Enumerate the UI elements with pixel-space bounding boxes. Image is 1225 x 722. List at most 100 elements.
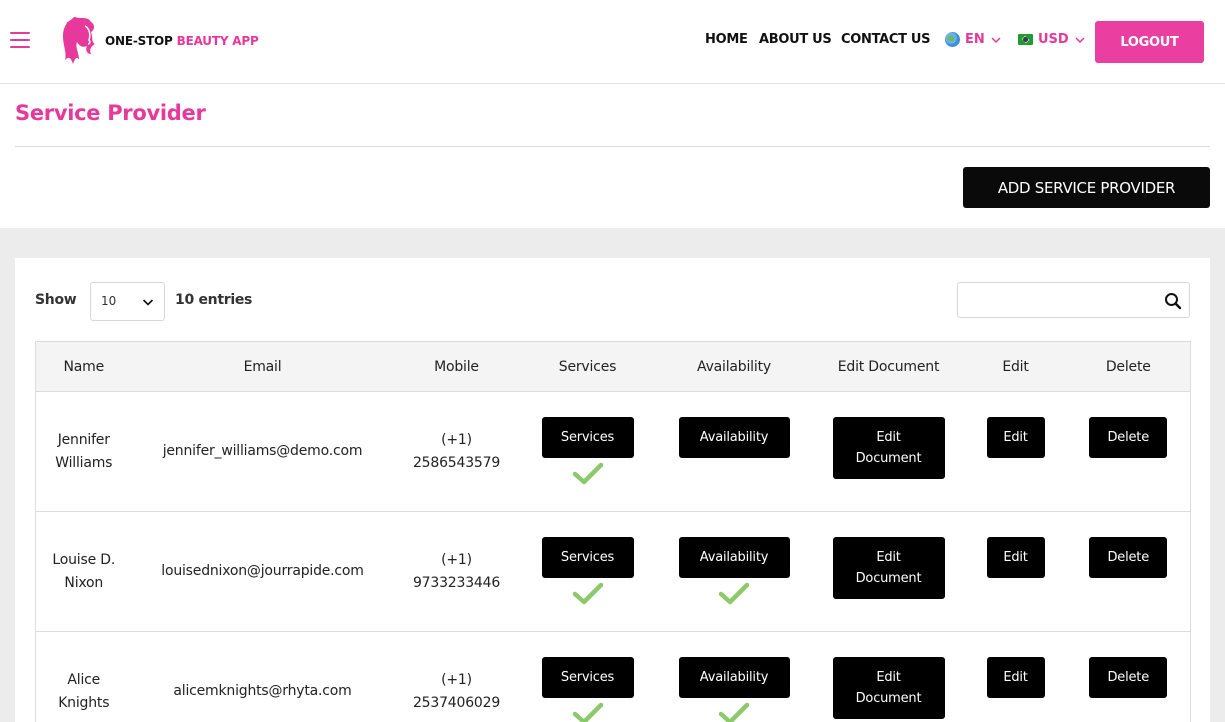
- name-line1: Louise D.: [52, 551, 116, 568]
- edit-document-line2: Document: [855, 691, 922, 706]
- nav-about-us[interactable]: ABOUT US: [759, 32, 832, 47]
- column-header-availability[interactable]: Availability: [655, 341, 813, 392]
- column-header-edit[interactable]: Edit: [964, 341, 1067, 392]
- cell-email: jennifer_williams@demo.com: [131, 391, 394, 512]
- cell-services: Services: [519, 511, 656, 632]
- hamburger-menu-icon[interactable]: [10, 32, 30, 50]
- top-header: ONE-STOP BEAUTY APP HOME ABOUT US CONTAC…: [0, 0, 1225, 84]
- page-size-value: 10: [101, 294, 117, 308]
- cell-mobile: (+1) 2537406029: [393, 631, 520, 722]
- chevron-down-icon: [142, 299, 154, 306]
- checkmark-icon: [572, 462, 603, 485]
- edit-button[interactable]: Edit: [986, 537, 1045, 578]
- services-button[interactable]: Services: [541, 657, 634, 698]
- column-header-delete[interactable]: Delete: [1066, 341, 1191, 392]
- availability-button[interactable]: Availability: [678, 537, 790, 578]
- logout-button[interactable]: LOGOUT: [1095, 21, 1204, 63]
- edit-document-line1: Edit: [876, 430, 901, 445]
- mobile-number: 2537406029: [412, 694, 501, 711]
- woman-silhouette-logo[interactable]: [55, 12, 103, 72]
- column-header-services[interactable]: Services: [519, 341, 656, 392]
- nav-home[interactable]: HOME: [705, 32, 748, 47]
- search-icon[interactable]: [1163, 291, 1183, 311]
- edit-document-button[interactable]: Edit Document: [832, 657, 945, 719]
- cell-delete: Delete: [1066, 391, 1191, 512]
- services-button[interactable]: Services: [541, 537, 634, 578]
- name-line1: Jennifer: [57, 431, 110, 448]
- cell-edit: Edit: [964, 511, 1067, 632]
- brand-name[interactable]: ONE-STOP BEAUTY APP: [105, 34, 259, 48]
- name-line1: Alice: [67, 671, 101, 688]
- add-service-provider-button[interactable]: ADD SERVICE PROVIDER: [963, 167, 1210, 208]
- services-button[interactable]: Services: [541, 417, 634, 458]
- column-header-edit-document[interactable]: Edit Document: [812, 341, 965, 392]
- language-value: EN: [965, 32, 985, 47]
- availability-button[interactable]: Availability: [678, 657, 790, 698]
- cell-name: Alice Knights: [35, 631, 132, 722]
- column-header-email[interactable]: Email: [131, 341, 394, 392]
- search-box[interactable]: [957, 282, 1190, 318]
- edit-document-line1: Edit: [876, 550, 901, 565]
- table-header-row: Name Email Mobile Services Availability …: [35, 341, 1191, 392]
- table-row: Louise D. Nixon louisednixon@jourrapide.…: [35, 511, 1191, 632]
- mobile-code: (+1): [441, 431, 472, 448]
- table-row: Alice Knights alicemknights@rhyta.com (+…: [35, 631, 1191, 722]
- mobile-number: 2586543579: [412, 454, 501, 471]
- cell-services: Services: [519, 631, 656, 722]
- cell-edit: Edit: [964, 391, 1067, 512]
- cell-edit-document: Edit Document: [812, 511, 965, 632]
- checkmark-icon: [572, 582, 603, 605]
- table-row: Jennifer Williams jennifer_williams@demo…: [35, 391, 1191, 512]
- cell-email: louisednixon@jourrapide.com: [131, 511, 394, 632]
- delete-button[interactable]: Delete: [1089, 537, 1168, 578]
- name-line2: Williams: [55, 454, 113, 471]
- name-line2: Nixon: [64, 574, 104, 591]
- cell-name: Jennifer Williams: [35, 391, 132, 512]
- brazil-flag-icon: [1018, 34, 1033, 45]
- cell-availability: Availability: [655, 631, 813, 722]
- show-label: Show: [35, 292, 77, 308]
- entries-label: 10 entries: [175, 292, 253, 308]
- search-input[interactable]: [964, 287, 1154, 313]
- title-divider: [15, 146, 1210, 147]
- edit-button[interactable]: Edit: [986, 657, 1045, 698]
- checkmark-icon: [718, 582, 750, 605]
- cell-mobile: (+1) 2586543579: [393, 391, 520, 512]
- checkmark-icon: [572, 702, 603, 722]
- edit-document-line2: Document: [855, 571, 922, 586]
- currency-value: USD: [1038, 32, 1069, 47]
- cell-edit-document: Edit Document: [812, 391, 965, 512]
- column-header-mobile[interactable]: Mobile: [393, 341, 520, 392]
- column-header-name[interactable]: Name: [35, 341, 132, 392]
- edit-document-button[interactable]: Edit Document: [832, 537, 945, 599]
- availability-button[interactable]: Availability: [678, 417, 790, 458]
- cell-services: Services: [519, 391, 656, 512]
- language-selector[interactable]: EN: [945, 32, 1002, 47]
- chevron-down-icon: [991, 36, 1001, 43]
- mobile-number: 9733233446: [412, 574, 501, 591]
- page-size-select[interactable]: 10: [90, 282, 165, 321]
- mobile-code: (+1): [441, 671, 472, 688]
- nav-contact-us[interactable]: CONTACT US: [841, 32, 931, 47]
- mobile-code: (+1): [441, 551, 472, 568]
- cell-mobile: (+1) 9733233446: [393, 511, 520, 632]
- edit-document-line2: Document: [855, 451, 922, 466]
- edit-button[interactable]: Edit: [986, 417, 1045, 458]
- delete-button[interactable]: Delete: [1089, 657, 1168, 698]
- brand-name-part2: BEAUTY APP: [176, 34, 259, 48]
- cell-delete: Delete: [1066, 631, 1191, 722]
- globe-icon: [945, 32, 960, 47]
- page-title: Service Provider: [15, 101, 206, 125]
- cell-name: Louise D. Nixon: [35, 511, 132, 632]
- cell-email: alicemknights@rhyta.com: [131, 631, 394, 722]
- brand-name-part1: ONE-STOP: [105, 34, 177, 48]
- cell-availability: Availability: [655, 511, 813, 632]
- currency-selector[interactable]: USD: [1018, 32, 1086, 47]
- edit-document-line1: Edit: [876, 670, 901, 685]
- cell-delete: Delete: [1066, 511, 1191, 632]
- edit-document-button[interactable]: Edit Document: [832, 417, 945, 479]
- name-line2: Knights: [58, 694, 110, 711]
- cell-edit-document: Edit Document: [812, 631, 965, 722]
- delete-button[interactable]: Delete: [1089, 417, 1168, 458]
- cell-availability: Availability: [655, 391, 813, 512]
